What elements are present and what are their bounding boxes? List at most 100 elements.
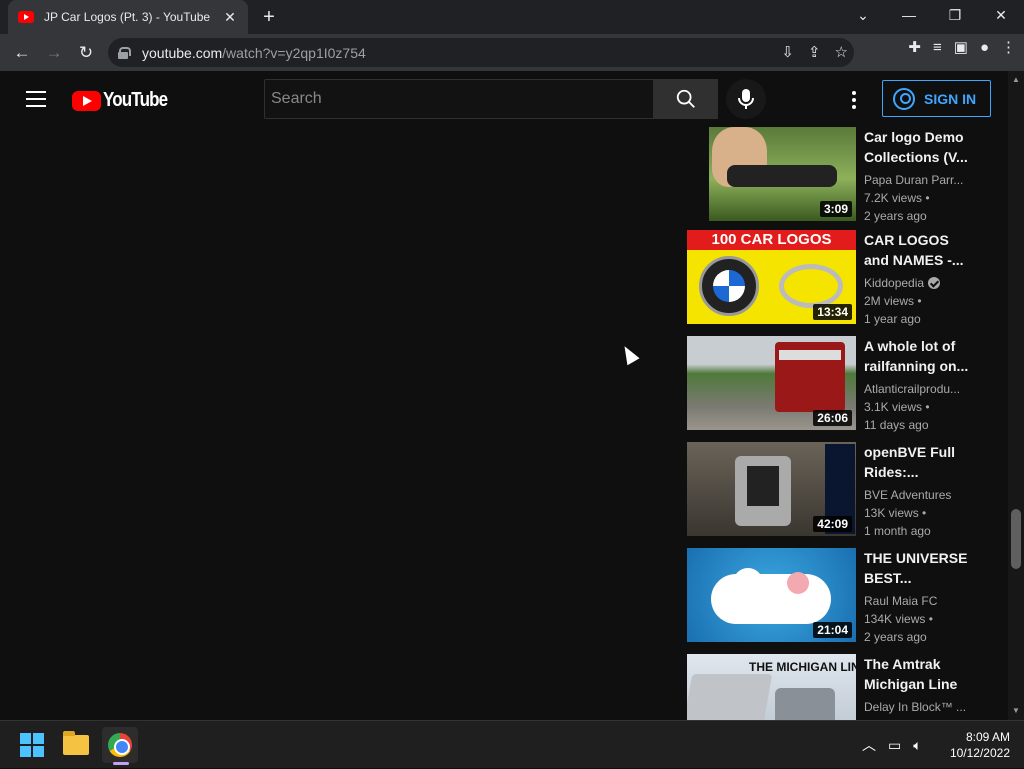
youtube-logo-icon [72, 90, 101, 111]
windows-taskbar: ︿ ▭ 🔈︎ 8:09 AM 10/12/2022 [0, 720, 1024, 768]
video-title[interactable]: A whole lot of railfanning on... [864, 336, 974, 376]
system-tray: ︿ ▭ 🔈︎ [862, 721, 922, 769]
search-input[interactable] [271, 90, 647, 108]
file-explorer-button[interactable] [58, 727, 94, 763]
new-tab-button[interactable]: + [258, 6, 280, 28]
url-host: youtube.com [142, 44, 223, 61]
lock-icon[interactable] [118, 46, 131, 59]
chrome-taskbar-button[interactable] [102, 727, 138, 763]
tab-title: JP Car Logos (Pt. 3) - YouTube [44, 10, 211, 24]
guide-menu-icon[interactable] [26, 91, 46, 107]
install-app-icon[interactable]: ⇩ [781, 43, 794, 61]
related-video-item[interactable]: 26:06 A whole lot of railfanning on... A… [687, 336, 987, 432]
video-title[interactable]: The Amtrak Michigan Line [864, 654, 974, 694]
windows-logo-icon [20, 733, 44, 757]
channel-name[interactable]: Kiddopedia [864, 274, 974, 292]
browser-menu-icon[interactable]: ⋮ [1001, 38, 1016, 56]
minimize-button[interactable]: — [886, 0, 932, 30]
sign-in-label: SIGN IN [924, 90, 977, 107]
search-icon [676, 89, 695, 108]
video-title[interactable]: THE UNIVERSE BEST... [864, 548, 974, 588]
voice-search-button[interactable] [726, 79, 766, 119]
restore-button[interactable]: ❐ [932, 0, 978, 30]
channel-name[interactable]: Atlanticrailprodu... [864, 380, 974, 398]
side-panel-icon[interactable]: ▣ [954, 38, 968, 56]
youtube-favicon-icon [18, 11, 34, 23]
network-icon[interactable]: ▭ [888, 737, 901, 754]
chrome-icon [108, 733, 132, 757]
close-window-button[interactable]: ✕ [978, 0, 1024, 30]
video-thumbnail[interactable]: 3:09 [687, 127, 856, 221]
clock-date: 10/12/2022 [949, 746, 1010, 760]
scroll-up-arrow-icon[interactable]: ▲ [1011, 75, 1021, 85]
video-duration: 26:06 [813, 410, 852, 426]
scroll-down-arrow-icon[interactable]: ▼ [1011, 706, 1021, 716]
video-duration: 42:09 [813, 516, 852, 532]
view-count: 3.1K views • [864, 400, 930, 414]
video-thumbnail[interactable]: 100 CAR LOGOS 13:34 [687, 230, 856, 324]
media-control-icon[interactable]: ≡ [933, 39, 942, 56]
video-duration: 13:34 [813, 304, 852, 320]
video-duration: 3:09 [819, 201, 852, 217]
search-box[interactable] [264, 79, 654, 119]
video-title[interactable]: CAR LOGOS and NAMES -... [864, 230, 974, 270]
folder-icon [63, 731, 89, 755]
video-duration: 21:04 [813, 622, 852, 638]
scrollbar-thumb[interactable] [1011, 509, 1021, 569]
reload-icon[interactable]: ↻ [70, 38, 102, 68]
extensions-icon[interactable]: ✚ [908, 38, 921, 56]
upload-age: 1 year ago [864, 312, 921, 326]
clock-time: 8:09 AM [965, 730, 1010, 744]
browser-tab[interactable]: JP Car Logos (Pt. 3) - YouTube ✕ [8, 0, 248, 34]
browser-tab-strip: JP Car Logos (Pt. 3) - YouTube ✕ + ⌄ — ❐… [0, 0, 1024, 34]
upload-age: 2 years ago [864, 209, 927, 223]
youtube-logo[interactable]: YouTube [72, 89, 179, 112]
back-icon[interactable]: ← [6, 38, 38, 68]
profile-icon[interactable]: ● [980, 39, 989, 56]
upload-age: 1 month ago [864, 524, 931, 538]
forward-icon[interactable]: → [38, 38, 70, 68]
channel-name[interactable]: Raul Maia FC [864, 592, 974, 610]
page-scrollbar[interactable]: ▲ ▼ [1008, 71, 1024, 720]
view-count: 134K views • [864, 612, 933, 626]
active-app-indicator [113, 762, 129, 765]
watch-page: 3:09 Car logo Demo Collections (V... Pap… [0, 127, 1008, 720]
related-video-item[interactable]: 3:09 Car logo Demo Collections (V... Pap… [687, 127, 987, 223]
channel-name[interactable]: Papa Duran Parr... [864, 171, 974, 189]
channel-name[interactable]: Delay In Block™ ... [864, 698, 974, 716]
thumbnail-text: THE MICHIGAN LINE [749, 660, 856, 674]
video-thumbnail[interactable]: 42:09 [687, 442, 856, 536]
account-icon [893, 87, 915, 110]
url-path: /watch?v=y2qp1I0z754 [222, 44, 366, 61]
close-tab-icon[interactable]: ✕ [222, 9, 238, 26]
volume-icon[interactable]: 🔈︎ [913, 737, 921, 754]
address-bar[interactable]: youtube.com/watch?v=y2qp1I0z754 ⇩ ⇪ ☆ [108, 38, 854, 67]
video-thumbnail[interactable]: 21:04 [687, 548, 856, 642]
related-video-item[interactable]: 100 CAR LOGOS 13:34 CAR LOGOS and NAMES … [687, 230, 987, 326]
share-icon[interactable]: ⇪ [808, 43, 821, 61]
video-thumbnail[interactable]: 26:06 [687, 336, 856, 430]
view-count: 7.2K views • [864, 191, 930, 205]
bookmark-star-icon[interactable]: ☆ [835, 43, 848, 61]
video-title[interactable]: openBVE Full Rides:... [864, 442, 974, 482]
upload-age: 2 years ago [864, 630, 927, 644]
tab-search-icon[interactable]: ⌄ [840, 0, 886, 30]
related-video-item[interactable]: 42:09 openBVE Full Rides:... BVE Adventu… [687, 442, 987, 538]
youtube-wordmark: YouTube [103, 89, 168, 111]
sign-in-button[interactable]: SIGN IN [882, 80, 991, 117]
upload-age: 11 days ago [864, 418, 929, 432]
related-video-item[interactable]: THE MICHIGAN LINE The Amtrak Michigan Li… [687, 654, 987, 720]
show-hidden-icons-chevron-icon[interactable]: ︿ [862, 735, 876, 755]
taskbar-clock[interactable]: 8:09 AM 10/12/2022 [940, 729, 1010, 761]
video-title[interactable]: Car logo Demo Collections (V... [864, 127, 974, 167]
browser-toolbar: ← → ↻ youtube.com/watch?v=y2qp1I0z754 ⇩ … [0, 34, 1024, 71]
channel-name-text: Kiddopedia [864, 276, 925, 290]
video-thumbnail[interactable]: THE MICHIGAN LINE [687, 654, 856, 720]
settings-kebab-icon[interactable] [844, 89, 864, 111]
search-button[interactable] [654, 79, 718, 119]
channel-name[interactable]: BVE Adventures [864, 486, 974, 504]
microphone-icon [738, 89, 754, 109]
start-button[interactable] [14, 727, 50, 763]
related-video-item[interactable]: 21:04 THE UNIVERSE BEST... Raul Maia FC … [687, 548, 987, 644]
youtube-header: YouTube SIGN IN [0, 71, 1008, 127]
